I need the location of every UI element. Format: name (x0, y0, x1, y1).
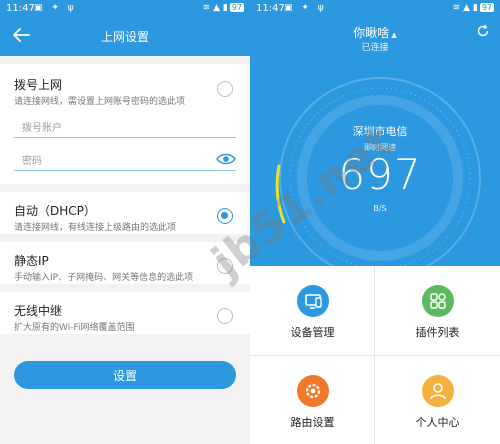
battery-level: 97 (229, 3, 244, 12)
dhcp-option-card[interactable]: 自动（DHCP） 请连接网线，有线连接上级路由的选此项 (0, 192, 250, 234)
connection-status: 已连接 (361, 43, 389, 53)
plugin-list-tile[interactable]: 插件列表 (375, 266, 500, 356)
speed-value: 697 (338, 150, 422, 199)
page-title: 上网设置 (100, 30, 149, 44)
wifi-settings-screen: 11:47 ▣ ✦ ψ ≋ ▲ ▮ 97 上网设置 拨号上网 请连接网线，需设置上… (0, 0, 250, 444)
dhcp-title: 自动（DHCP） (14, 204, 96, 218)
dialup-option-card: 拨号上网 请连接网线，需设置上网账号密码的选此项 (0, 64, 250, 184)
device-name[interactable]: 你瞅啥 ▲ (250, 24, 500, 41)
dropdown-caret-icon: ▲ (391, 31, 397, 39)
dialup-account-input[interactable] (14, 118, 204, 139)
static-ip-option-card[interactable]: 静态IP 手动输入IP、子网掩码、网关等信息的选此项 (0, 242, 250, 284)
plugin-list-icon (422, 285, 454, 317)
personal-center-icon (422, 375, 454, 407)
notification-icons: ▣ ✦ ψ (34, 3, 77, 13)
dialup-password-field (14, 149, 236, 172)
device-manage-tile[interactable]: 设备管理 (250, 266, 375, 356)
speed-dashboard: 11:47 ▣ ✦ ψ ≋ ▲ ▮ 97 你瞅啥 ▲ 已连接 深圳市电信 即时网速 … (250, 0, 500, 266)
router-settings-label: 路由设置 (290, 416, 335, 429)
device-manage-label: 设备管理 (290, 326, 335, 339)
dialup-title: 拨号上网 (14, 78, 63, 92)
static-ip-title: 静态IP (14, 254, 49, 268)
dialup-desc: 请连接网线，需设置上网账号密码的选此项 (14, 97, 186, 107)
wifi-relay-desc: 扩大原有的Wi-Fi网络覆盖范围 (14, 323, 135, 333)
plugin-list-label: 插件列表 (415, 326, 460, 339)
setup-button[interactable]: 设置 (14, 361, 236, 389)
status-bar: 11:47 ▣ ✦ ψ ≋ ▲ ▮ 97 (0, 0, 250, 18)
wifi-relay-radio[interactable] (217, 308, 233, 324)
isp-name: 深圳市电信 (352, 125, 408, 138)
static-ip-desc: 手动输入IP、子网掩码、网关等信息的选此项 (14, 273, 194, 283)
router-home-screen: 11:47 ▣ ✦ ψ ≋ ▲ ▮ 97 你瞅啥 ▲ 已连接 深圳市电信 即时网速 … (250, 0, 500, 444)
dialup-password-input[interactable] (14, 151, 204, 172)
router-settings-tile[interactable]: 路由设置 (250, 356, 375, 444)
status-time: 11:47 (6, 3, 35, 14)
wifi-relay-title: 无线中继 (14, 304, 63, 318)
show-password-eye-icon[interactable] (216, 152, 236, 166)
personal-center-tile[interactable]: 个人中心 (375, 356, 500, 444)
header-bar: 11:47 ▣ ✦ ψ ≋ ▲ ▮ 97 上网设置 (0, 0, 250, 56)
speed-unit: B/S (373, 204, 387, 213)
dhcp-desc: 请连接网线，有线连接上级路由的选此项 (14, 223, 177, 233)
dialup-account-field (14, 116, 236, 139)
static-ip-radio[interactable] (217, 258, 233, 274)
tile-divider-horizontal (250, 355, 500, 356)
personal-center-label: 个人中心 (415, 416, 460, 429)
refresh-icon[interactable] (476, 24, 490, 38)
dialup-radio[interactable] (217, 81, 233, 97)
device-name-text: 你瞅啥 (353, 26, 390, 40)
dhcp-radio-selected[interactable] (217, 208, 233, 224)
router-settings-icon (297, 375, 329, 407)
signal-battery-icons: ≋ ▲ ▮ 97 (202, 3, 244, 13)
wifi-relay-option-card[interactable]: 无线中继 扩大原有的Wi-Fi网络覆盖范围 (0, 292, 250, 334)
device-manage-icon (297, 285, 329, 317)
